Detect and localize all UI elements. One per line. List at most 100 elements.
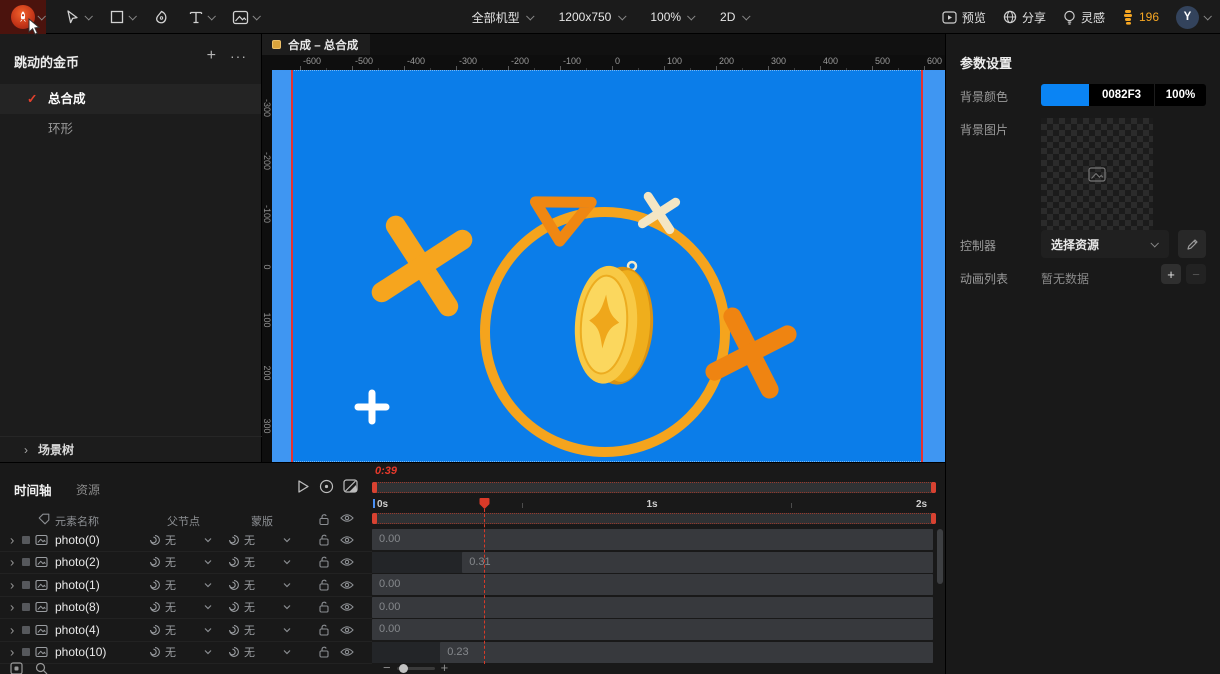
add-animation-button[interactable]: + xyxy=(1161,264,1181,284)
zoom-slider[interactable] xyxy=(396,663,435,673)
timeline-row[interactable]: › photo(2) 无 无 xyxy=(0,552,372,574)
track-bar[interactable]: 0.23 xyxy=(440,641,933,663)
tab-timeline[interactable]: 时间轴 xyxy=(14,480,52,499)
eye-icon[interactable] xyxy=(340,602,354,612)
account-menu[interactable]: Y xyxy=(1176,5,1212,29)
mask-value[interactable]: 无 xyxy=(244,532,255,548)
chevron-down-icon[interactable] xyxy=(204,650,212,655)
gold-coin-shape[interactable] xyxy=(571,264,657,387)
track-row[interactable]: 0.00 xyxy=(372,574,933,595)
frame-fit-icon[interactable] xyxy=(10,662,23,674)
zoom-out-icon[interactable]: − xyxy=(383,661,391,674)
zoom-selector[interactable]: 100% xyxy=(650,10,696,24)
more-options-icon[interactable]: ··· xyxy=(230,48,247,64)
share-button[interactable]: 分享 xyxy=(1003,9,1046,26)
parent-value[interactable]: 无 xyxy=(165,577,176,593)
bg-color-control[interactable]: 0082F3 100% xyxy=(1041,84,1206,106)
eye-icon[interactable] xyxy=(340,625,354,635)
bg-image-dropzone[interactable] xyxy=(1041,118,1153,230)
playhead-handle[interactable] xyxy=(479,497,490,510)
timeline-zoom-control[interactable]: − + xyxy=(383,661,449,674)
expand-chevron-icon[interactable]: › xyxy=(10,600,14,615)
track-row[interactable]: 0.00 xyxy=(372,529,933,550)
lock-icon[interactable] xyxy=(318,513,330,526)
add-composition-icon[interactable]: + xyxy=(207,48,216,64)
expand-chevron-icon[interactable]: › xyxy=(10,622,14,637)
timeline-row[interactable]: › photo(8) 无 无 xyxy=(0,597,372,619)
device-selector[interactable]: 全部机型 xyxy=(472,9,535,26)
chevron-down-icon[interactable] xyxy=(204,537,212,543)
mask-value[interactable]: 无 xyxy=(244,644,255,660)
lock-icon[interactable] xyxy=(318,578,330,591)
bg-color-hex-value[interactable]: 0082F3 xyxy=(1089,84,1154,106)
mode-selector[interactable]: 2D xyxy=(720,10,751,24)
canvas-artwork[interactable] xyxy=(262,70,945,462)
edit-controller-button[interactable] xyxy=(1178,230,1206,258)
expand-chevron-icon[interactable]: › xyxy=(10,532,14,547)
inspiration-button[interactable]: 灵感 xyxy=(1063,9,1105,26)
parent-value[interactable]: 无 xyxy=(165,599,176,615)
parent-value[interactable]: 无 xyxy=(165,532,176,548)
remove-animation-button[interactable]: − xyxy=(1186,264,1206,284)
chevron-down-icon[interactable] xyxy=(204,627,212,633)
chevron-down-icon[interactable] xyxy=(252,12,261,21)
track-row[interactable]: 0.23 xyxy=(372,641,933,663)
select-tool[interactable] xyxy=(58,0,97,34)
lock-icon[interactable] xyxy=(318,646,330,659)
composition-tab[interactable]: 合成 – 总合成 xyxy=(262,34,371,55)
lock-icon[interactable] xyxy=(318,533,330,546)
work-area-bar[interactable] xyxy=(372,482,936,493)
chevron-down-icon[interactable] xyxy=(283,605,291,610)
chevron-down-icon[interactable] xyxy=(204,560,212,565)
chevron-down-icon[interactable] xyxy=(207,12,216,21)
image-tool[interactable] xyxy=(226,0,265,34)
parent-value[interactable]: 无 xyxy=(165,622,176,638)
preview-button[interactable]: 预览 xyxy=(942,9,986,26)
play-button[interactable] xyxy=(296,479,310,494)
mask-value[interactable]: 无 xyxy=(244,599,255,615)
canvas-viewport[interactable]: -300 -200 -100 0 100 200 300 xyxy=(262,70,945,462)
chevron-down-icon[interactable] xyxy=(283,560,291,565)
timeline-row[interactable]: › photo(1) 无 无 xyxy=(0,574,372,597)
lock-icon[interactable] xyxy=(318,556,330,569)
avatar[interactable]: Y xyxy=(1176,5,1199,29)
record-keyframe-button[interactable] xyxy=(319,479,334,494)
mask-value[interactable]: 无 xyxy=(244,622,255,638)
chevron-down-icon[interactable] xyxy=(204,605,212,610)
tab-resources[interactable]: 资源 xyxy=(76,481,100,498)
composition-item[interactable]: 环形 xyxy=(0,114,261,144)
timeline-row[interactable]: › photo(0) 无 无 xyxy=(0,529,372,552)
chevron-down-icon[interactable] xyxy=(84,12,93,21)
pen-tool[interactable] xyxy=(147,0,176,34)
gold-x-shape[interactable] xyxy=(371,215,473,317)
chevron-down-icon[interactable] xyxy=(283,537,291,543)
chevron-down-icon[interactable] xyxy=(128,12,137,21)
track-bar[interactable]: 0.00 xyxy=(372,529,933,550)
expand-chevron-icon[interactable]: › xyxy=(24,443,28,457)
parent-value[interactable]: 无 xyxy=(165,554,176,570)
controller-dropdown[interactable]: 选择资源 xyxy=(1041,230,1169,258)
track-row[interactable]: 0.00 xyxy=(372,619,933,640)
chevron-down-icon[interactable] xyxy=(204,582,212,588)
zoom-in-icon[interactable]: + xyxy=(441,661,449,674)
track-bar[interactable]: 0.31 xyxy=(462,551,933,573)
eye-icon[interactable] xyxy=(340,513,354,523)
bg-color-swatch[interactable] xyxy=(1041,84,1089,106)
timeline-row[interactable]: › photo(10) 无 无 xyxy=(0,642,372,664)
white-plus-shape[interactable] xyxy=(354,389,390,425)
timeline-row[interactable]: › photo(4) 无 无 xyxy=(0,619,372,642)
expand-chevron-icon[interactable]: › xyxy=(10,577,14,592)
mask-value[interactable]: 无 xyxy=(244,577,255,593)
lock-icon[interactable] xyxy=(318,623,330,636)
track-row[interactable]: 0.00 xyxy=(372,596,933,618)
scene-tree-section[interactable]: › 场景树 xyxy=(0,436,262,462)
expand-chevron-icon[interactable]: › xyxy=(10,555,14,570)
playhead-line[interactable] xyxy=(484,509,486,664)
timeline-scrollbar[interactable] xyxy=(937,529,943,584)
expand-chevron-icon[interactable]: › xyxy=(10,645,14,660)
chevron-down-icon[interactable] xyxy=(283,650,291,655)
lock-icon[interactable] xyxy=(318,601,330,614)
shape-tool[interactable] xyxy=(103,0,141,34)
eye-icon[interactable] xyxy=(340,647,354,657)
mask-view-button[interactable] xyxy=(343,479,358,493)
